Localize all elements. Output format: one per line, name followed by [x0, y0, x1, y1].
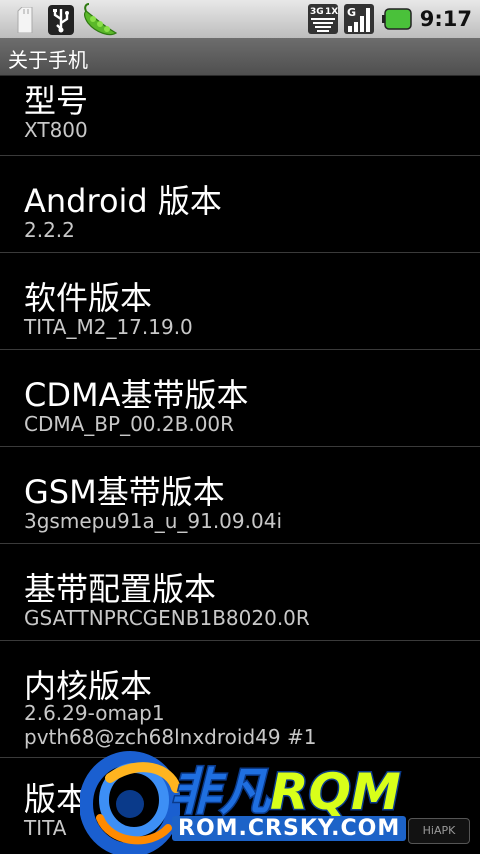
svg-text:3G: 3G [310, 7, 324, 17]
signal-icon: G [343, 4, 374, 34]
list-item-summary: CDMA_BP_00.2B.00R [24, 412, 235, 436]
watermark-badge: HiAPK [408, 818, 470, 844]
watermark-title: 非凡RQM [169, 762, 403, 823]
pea-pod-icon [84, 3, 118, 36]
list-item-title: 版本 [24, 780, 89, 818]
network-3g-icon: 3G 1X [307, 4, 338, 34]
list-item-summary: XT800 [24, 118, 88, 142]
list-item-summary: 2.6.29-omap1 pvth68@zch68lnxdroid49 #1 [24, 701, 316, 749]
battery-icon [381, 8, 412, 30]
status-left [16, 3, 120, 37]
page-title: 关于手机 [8, 48, 88, 72]
list-item-model[interactable]: 型号 XT800 [0, 76, 480, 156]
sd-card-icon [17, 7, 33, 33]
watermark-url: ROM.CRSKY.COM [172, 816, 407, 841]
list-item-software-version[interactable]: 软件版本 TITA_M2_17.19.0 [0, 253, 480, 350]
list-item-title: Android 版本 [24, 182, 222, 220]
list-item-title: GSM基带版本 [24, 473, 225, 511]
list-item-summary: 2.2.2 [24, 218, 75, 242]
list-item-summary: GSATTNPRCGENB1B8020.0R [24, 606, 310, 630]
svg-text:G: G [347, 6, 356, 19]
swirl-logo-icon [80, 751, 180, 854]
status-clock: 9:17 [419, 7, 472, 31]
list-item-summary: TITA_M2_17.19.0 [24, 315, 193, 339]
list-item-summary: 3gsmepu91a_u_91.09.04i [24, 509, 282, 533]
list-item-title: CDMA基带版本 [24, 376, 249, 414]
list-item-cdma-baseband[interactable]: CDMA基带版本 CDMA_BP_00.2B.00R [0, 350, 480, 447]
list-item-title: 软件版本 [24, 279, 153, 317]
list-item-gsm-baseband[interactable]: GSM基带版本 3gsmepu91a_u_91.09.04i [0, 447, 480, 544]
list-item-baseband-config[interactable]: 基带配置版本 GSATTNPRCGENB1B8020.0R [0, 544, 480, 641]
list-item-summary: TITA [24, 816, 67, 840]
usb-icon [48, 5, 74, 35]
list-item-title: 型号 [24, 82, 89, 120]
status-bar: 3G 1X G 9:17 [0, 0, 480, 38]
title-bar: 关于手机 [0, 38, 480, 76]
status-right: 3G 1X G 9:17 [307, 0, 472, 38]
list-item-title: 基带配置版本 [24, 570, 217, 608]
svg-text:1X: 1X [325, 7, 338, 17]
about-phone-list: 型号 XT800 Android 版本 2.2.2 软件版本 TITA_M2_1… [0, 76, 480, 854]
list-item-android-version[interactable]: Android 版本 2.2.2 [0, 156, 480, 253]
watermark-logo: 非凡RQM ROM.CRSKY.COM HiAPK [80, 748, 480, 854]
kernel-version-line1: 2.6.29-omap1 [24, 701, 165, 725]
list-item-kernel-version[interactable]: 内核版本 2.6.29-omap1 pvth68@zch68lnxdroid49… [0, 641, 480, 758]
kernel-version-line2: pvth68@zch68lnxdroid49 #1 [24, 725, 317, 749]
